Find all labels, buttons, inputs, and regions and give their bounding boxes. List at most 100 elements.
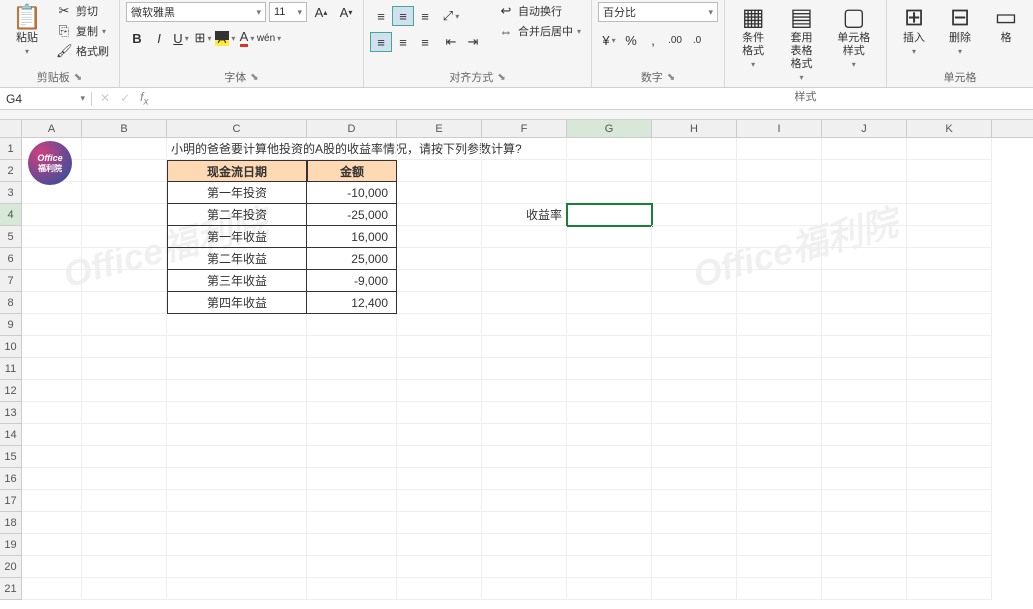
cell[interactable] [737,424,822,446]
col-header[interactable]: C [167,120,307,137]
cell[interactable]: 第三年收益 [167,270,307,292]
cell[interactable] [482,292,567,314]
cell[interactable] [482,182,567,204]
fill-color-button[interactable]: A [214,28,236,48]
cell[interactable] [737,292,822,314]
cell[interactable] [822,556,907,578]
cell[interactable] [567,534,652,556]
conditional-format-button[interactable]: ▦条件格式▾ [731,2,775,73]
cell[interactable] [397,424,482,446]
cell[interactable] [907,226,992,248]
cell[interactable]: -9,000 [307,270,397,292]
cut-button[interactable]: ✂剪切 [52,2,113,20]
cell[interactable] [22,336,82,358]
font-size-combo[interactable]: 11▾ [269,2,307,22]
cell[interactable] [82,402,167,424]
cell[interactable] [167,490,307,512]
cell[interactable]: -10,000 [307,182,397,204]
cell[interactable] [652,248,737,270]
cell[interactable] [482,512,567,534]
align-right-button[interactable]: ≡ [414,32,436,52]
cell[interactable] [652,446,737,468]
col-header[interactable]: E [397,120,482,137]
align-left-button[interactable]: ≡ [370,32,392,52]
cell[interactable] [822,490,907,512]
cell[interactable] [167,336,307,358]
cell[interactable] [82,512,167,534]
row-header[interactable]: 6 [0,248,22,270]
cell[interactable] [307,534,397,556]
cell[interactable] [567,556,652,578]
cell[interactable] [737,512,822,534]
cell[interactable] [82,468,167,490]
cell-styles-button[interactable]: ▢单元格样式▾ [828,2,880,73]
cell[interactable] [22,380,82,402]
cell[interactable] [397,314,482,336]
cell[interactable] [167,424,307,446]
cell[interactable] [567,358,652,380]
fx-icon[interactable]: fx [140,90,148,107]
cell[interactable] [167,556,307,578]
cell[interactable]: 收益率 [482,204,567,226]
wrap-text-button[interactable]: ↩自动换行 [494,2,585,20]
cancel-formula-icon[interactable]: ✕ [100,91,110,105]
cell[interactable] [307,358,397,380]
cell[interactable] [822,314,907,336]
cell[interactable] [482,358,567,380]
cell[interactable] [652,292,737,314]
percent-button[interactable]: % [620,30,642,50]
cell[interactable] [82,578,167,600]
number-format-combo[interactable]: 百分比▾ [598,2,718,22]
cell[interactable] [397,292,482,314]
cell[interactable] [82,490,167,512]
dialog-launcher-icon[interactable]: ⬊ [667,72,675,83]
font-color-button[interactable]: A [236,28,258,48]
cell[interactable]: 第一年收益 [167,226,307,248]
cell[interactable] [822,204,907,226]
cell[interactable] [822,270,907,292]
select-all-corner[interactable] [0,120,22,137]
cell[interactable] [652,270,737,292]
decrease-decimal-button[interactable]: .0 [686,30,708,50]
cell[interactable] [567,314,652,336]
row-header[interactable]: 17 [0,490,22,512]
cell[interactable] [397,138,482,160]
cell[interactable] [737,534,822,556]
cell[interactable] [482,578,567,600]
cell[interactable] [397,358,482,380]
cell[interactable] [82,446,167,468]
cell[interactable] [307,314,397,336]
cell[interactable] [822,534,907,556]
cell[interactable] [907,534,992,556]
cell[interactable] [397,468,482,490]
cell[interactable] [307,402,397,424]
cell-selected[interactable] [567,204,652,226]
cell[interactable] [737,402,822,424]
orientation-button[interactable]: ⤢ [440,6,462,26]
cell[interactable] [737,556,822,578]
cell[interactable] [397,578,482,600]
col-header[interactable]: J [822,120,907,137]
cell[interactable] [397,204,482,226]
cell[interactable] [82,160,167,182]
align-bottom-button[interactable]: ≡ [414,6,436,26]
cell[interactable] [652,490,737,512]
cell[interactable] [907,138,992,160]
cell[interactable] [482,314,567,336]
cell[interactable] [652,182,737,204]
cell[interactable] [397,248,482,270]
cell[interactable] [397,336,482,358]
bold-button[interactable]: B [126,28,148,48]
cell[interactable]: -25,000 [307,204,397,226]
cell[interactable] [907,468,992,490]
cell[interactable] [307,336,397,358]
cell[interactable]: 第四年收益 [167,292,307,314]
cell[interactable] [307,556,397,578]
cell[interactable] [482,468,567,490]
format-as-table-button[interactable]: ▤套用 表格格式▾ [779,2,823,86]
format-button[interactable]: ▭格 [985,2,1027,47]
cell[interactable] [907,248,992,270]
cell[interactable] [22,182,82,204]
increase-font-button[interactable]: A▴ [310,2,332,22]
row-header[interactable]: 11 [0,358,22,380]
